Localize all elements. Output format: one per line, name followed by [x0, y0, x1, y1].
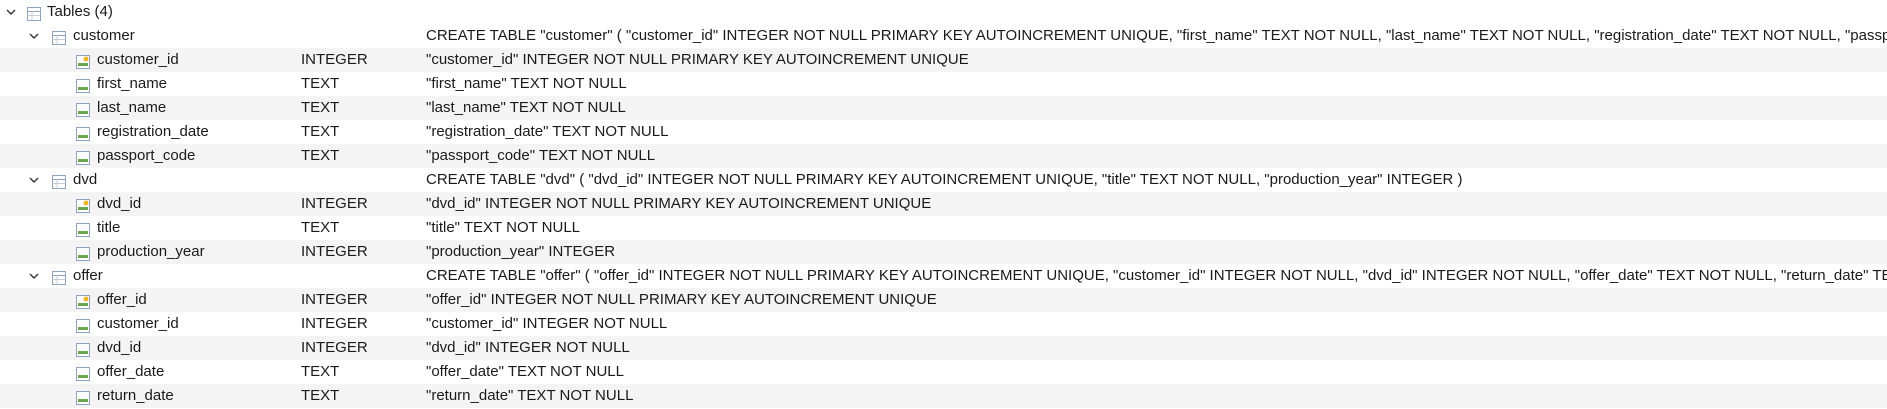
field-type: TEXT — [301, 75, 340, 92]
field-type: INTEGER — [301, 315, 368, 332]
chevron-down-icon[interactable] — [27, 264, 41, 288]
chevron-down-icon[interactable] — [4, 0, 18, 24]
field-schema: "last_name" TEXT NOT NULL — [426, 99, 626, 116]
field-schema: "dvd_id" INTEGER NOT NULL PRIMARY KEY AU… — [426, 195, 932, 212]
table-schema: CREATE TABLE "customer" ( "customer_id" … — [426, 27, 1887, 44]
schema-tree: Tables (4) customer CREATE TABLE "custom… — [0, 0, 1887, 408]
table-icon — [52, 173, 66, 189]
table-row-dvd[interactable]: dvd CREATE TABLE "dvd" ( "dvd_id" INTEGE… — [0, 168, 1887, 192]
table-icon — [52, 29, 66, 45]
field-name: last_name — [97, 99, 167, 116]
field-row[interactable]: title TEXT "title" TEXT NOT NULL — [0, 216, 1887, 240]
field-row[interactable]: customer_id INTEGER "customer_id" INTEGE… — [0, 48, 1887, 72]
field-row[interactable]: offer_id INTEGER "offer_id" INTEGER NOT … — [0, 288, 1887, 312]
field-type: TEXT — [301, 363, 340, 380]
field-row[interactable]: dvd_id INTEGER "dvd_id" INTEGER NOT NULL… — [0, 192, 1887, 216]
field-icon — [76, 149, 90, 165]
field-row[interactable]: return_date TEXT "return_date" TEXT NOT … — [0, 384, 1887, 408]
field-icon — [76, 221, 90, 237]
field-type: INTEGER — [301, 51, 368, 68]
table-row-customer[interactable]: customer CREATE TABLE "customer" ( "cust… — [0, 24, 1887, 48]
field-schema: "return_date" TEXT NOT NULL — [426, 387, 634, 404]
field-row[interactable]: first_name TEXT "first_name" TEXT NOT NU… — [0, 72, 1887, 96]
field-type: TEXT — [301, 123, 340, 140]
key-field-icon — [76, 293, 90, 309]
field-schema: "first_name" TEXT NOT NULL — [426, 75, 627, 92]
field-schema: "production_year" INTEGER — [426, 243, 616, 260]
field-icon — [76, 245, 90, 261]
field-row[interactable]: last_name TEXT "last_name" TEXT NOT NULL — [0, 96, 1887, 120]
field-name: offer_date — [97, 363, 165, 380]
field-schema: "registration_date" TEXT NOT NULL — [426, 123, 669, 140]
table-name: offer — [73, 267, 103, 284]
field-icon — [76, 317, 90, 333]
field-schema: "title" TEXT NOT NULL — [426, 219, 581, 236]
table-icon — [52, 269, 66, 285]
field-type: INTEGER — [301, 195, 368, 212]
field-row[interactable]: customer_id INTEGER "customer_id" INTEGE… — [0, 312, 1887, 336]
field-schema: "offer_date" TEXT NOT NULL — [426, 363, 624, 380]
table-name: dvd — [73, 171, 98, 188]
field-type: TEXT — [301, 387, 340, 404]
field-type: TEXT — [301, 99, 340, 116]
table-row-offer[interactable]: offer CREATE TABLE "offer" ( "offer_id" … — [0, 264, 1887, 288]
field-schema: "customer_id" INTEGER NOT NULL — [426, 315, 668, 332]
table-schema: CREATE TABLE "offer" ( "offer_id" INTEGE… — [426, 267, 1887, 284]
field-name: production_year — [97, 243, 205, 260]
tables-root-row[interactable]: Tables (4) — [0, 0, 1887, 24]
table-schema: CREATE TABLE "dvd" ( "dvd_id" INTEGER NO… — [426, 171, 1463, 188]
chevron-down-icon[interactable] — [27, 24, 41, 48]
field-schema: "customer_id" INTEGER NOT NULL PRIMARY K… — [426, 51, 969, 68]
field-name: return_date — [97, 387, 174, 404]
field-schema: "offer_id" INTEGER NOT NULL PRIMARY KEY … — [426, 291, 937, 308]
field-name: customer_id — [97, 51, 179, 68]
field-schema: "passport_code" TEXT NOT NULL — [426, 147, 656, 164]
field-name: customer_id — [97, 315, 179, 332]
field-type: INTEGER — [301, 339, 368, 356]
field-type: TEXT — [301, 219, 340, 236]
field-row[interactable]: registration_date TEXT "registration_dat… — [0, 120, 1887, 144]
field-type: INTEGER — [301, 243, 368, 260]
key-field-icon — [76, 197, 90, 213]
field-icon — [76, 125, 90, 141]
field-name: dvd_id — [97, 195, 142, 212]
field-row[interactable]: dvd_id INTEGER "dvd_id" INTEGER NOT NULL — [0, 336, 1887, 360]
field-icon — [76, 341, 90, 357]
field-icon — [76, 101, 90, 117]
field-type: TEXT — [301, 147, 340, 164]
field-name: offer_id — [97, 291, 147, 308]
field-name: registration_date — [97, 123, 209, 140]
key-field-icon — [76, 53, 90, 69]
table-name: customer — [73, 27, 135, 44]
tables-root-label: Tables (4) — [47, 3, 113, 20]
field-icon — [76, 389, 90, 405]
field-name: passport_code — [97, 147, 196, 164]
field-row[interactable]: production_year INTEGER "production_year… — [0, 240, 1887, 264]
field-icon — [76, 365, 90, 381]
chevron-down-icon[interactable] — [27, 168, 41, 192]
field-row[interactable]: offer_date TEXT "offer_date" TEXT NOT NU… — [0, 360, 1887, 384]
field-schema: "dvd_id" INTEGER NOT NULL — [426, 339, 630, 356]
table-icon — [27, 5, 41, 21]
field-name: title — [97, 219, 121, 236]
field-row[interactable]: passport_code TEXT "passport_code" TEXT … — [0, 144, 1887, 168]
field-icon — [76, 77, 90, 93]
field-name: first_name — [97, 75, 168, 92]
field-name: dvd_id — [97, 339, 142, 356]
field-type: INTEGER — [301, 291, 368, 308]
